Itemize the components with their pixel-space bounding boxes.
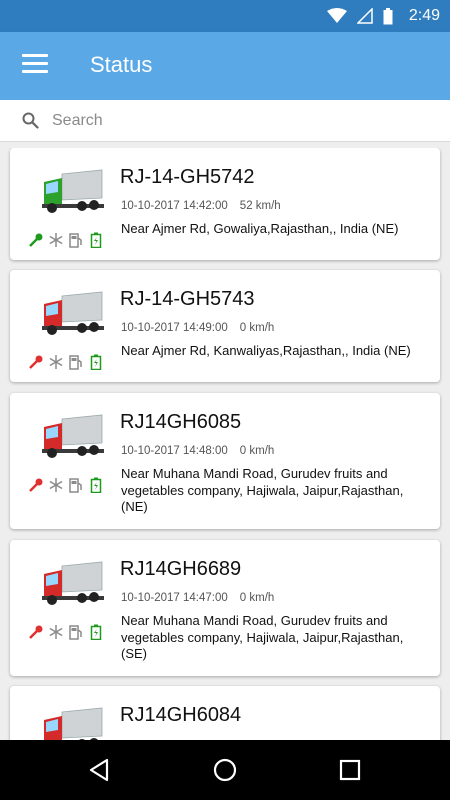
vehicle-address: Near Ajmer Rd, Kanwaliyas,Rajasthan,, In… [121,343,411,358]
vehicle-speed: 0 km/h [239,592,275,604]
truck-icon [42,169,104,213]
truck-icon [44,707,103,740]
page-title: Status [90,52,153,77]
ignition-key-icon [28,232,44,248]
vehicle-card[interactable]: RJ14GH6085 10-10-2017 14:48:00 0 km/h Nea… [10,393,440,529]
menu-icon[interactable] [22,54,48,76]
vehicle-speed: 52 km/h [239,200,281,212]
battery-charging-icon [88,232,104,248]
vehicle-number: RJ14GH6689 [120,558,242,580]
ac-snowflake-icon [48,232,64,248]
vehicle-status-icons [28,232,104,248]
vehicle-meta: 10-10-2017 14:48:00 0 km/h [121,445,274,457]
vehicle-datetime: 10-10-2017 14:49:00 [121,322,228,334]
ac-snowflake-icon [48,477,64,493]
search-icon [22,112,39,129]
fuel-pump-icon [68,232,84,248]
vehicle-number: RJ-14-GH5742 [120,166,255,188]
app-bar: Status [0,32,450,100]
battery-charging-icon [88,477,104,493]
battery-charging-icon [88,624,104,640]
vehicle-list: RJ-14-GH5742 10-10-2017 14:42:00 52 km/h … [0,148,450,740]
vehicle-number: RJ-14-GH5743 [120,288,255,310]
truck-icon [42,291,104,335]
ac-snowflake-icon [48,624,64,640]
fuel-pump-icon [68,354,84,370]
truck-icon [42,561,104,605]
vehicle-status-icons [28,354,104,370]
vehicle-datetime: 10-10-2017 14:47:00 [121,592,228,604]
fuel-pump-icon [68,624,84,640]
battery-charging-icon [88,354,104,370]
search-input[interactable] [52,108,432,134]
vehicle-address: Near Muhana Mandi Road, Gurudev fruits a… [121,466,404,514]
fuel-pump-icon [68,477,84,493]
vehicle-meta: 10-10-2017 14:42:00 52 km/h [121,200,281,212]
back-icon[interactable] [88,758,110,782]
vehicle-address: Near Ajmer Rd, Gowaliya,Rajasthan,, Indi… [121,221,399,236]
vehicle-number: RJ14GH6085 [120,411,242,433]
vehicle-address: Near Muhana Mandi Road, Gurudev fruits a… [121,613,404,661]
home-icon[interactable] [213,758,237,782]
vehicle-speed: 0 km/h [239,322,275,334]
vehicle-speed: 0 km/h [239,445,275,457]
wifi-icon [326,8,347,23]
signal-icon [356,8,373,24]
vehicle-card[interactable]: RJ-14-GH5742 10-10-2017 14:42:00 52 km/h … [10,148,440,260]
vehicle-status-icons [28,477,104,493]
status-icons: 2:49 [326,4,440,28]
vehicle-datetime: 10-10-2017 14:48:00 [121,445,228,457]
vehicle-status-icons [28,624,104,640]
vehicle-meta: 10-10-2017 14:47:00 0 km/h [121,592,274,604]
vehicle-meta: 10-10-2017 14:49:00 0 km/h [121,322,274,334]
vehicle-card[interactable]: RJ14GH6084 [10,686,440,740]
vehicle-card[interactable]: RJ14GH6689 10-10-2017 14:47:00 0 km/h Nea… [10,540,440,676]
vehicle-card[interactable]: RJ-14-GH5743 10-10-2017 14:49:00 0 km/h N… [10,270,440,382]
truck-icon [42,414,104,458]
vehicle-number: RJ14GH6084 [120,704,242,726]
search-bar [0,100,450,142]
battery-icon [383,7,393,24]
ignition-key-icon [28,477,44,493]
status-bar: 2:49 [0,0,450,32]
clock: 2:49 [408,7,440,24]
recents-icon[interactable] [339,758,361,782]
ac-snowflake-icon [48,354,64,370]
ignition-key-icon [28,624,44,640]
system-nav-bar [0,740,450,800]
ignition-key-icon [28,354,44,370]
vehicle-datetime: 10-10-2017 14:42:00 [121,200,228,212]
